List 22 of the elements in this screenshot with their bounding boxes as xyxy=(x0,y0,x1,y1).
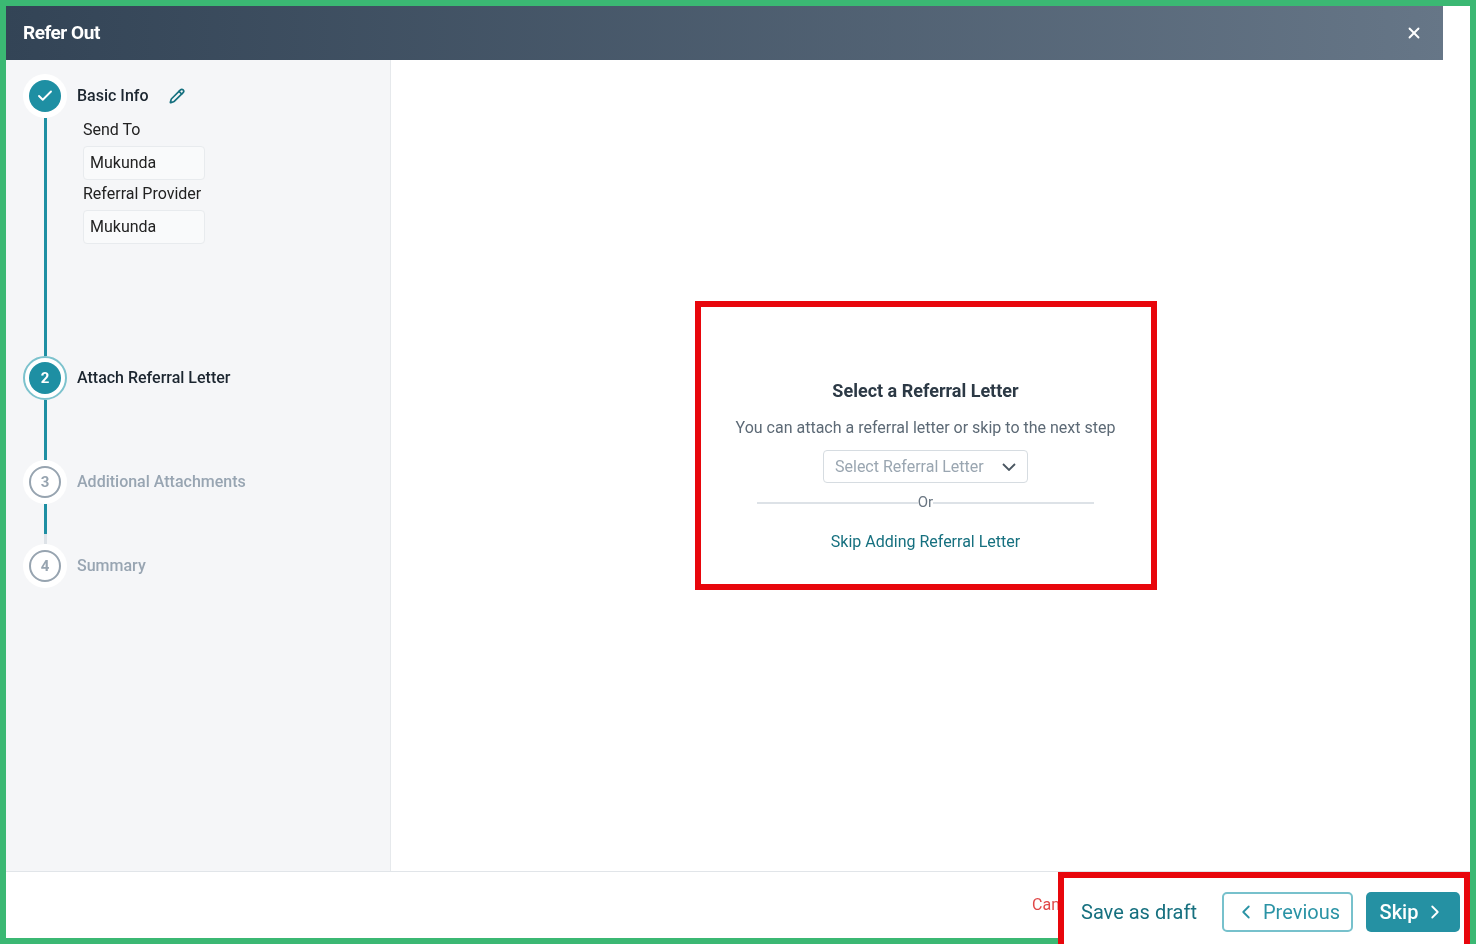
step-number: 2 xyxy=(23,356,67,400)
step-number: 3 xyxy=(23,460,67,504)
step-label: Attach Referral Letter xyxy=(77,367,231,389)
field-label: Referral Provider xyxy=(83,184,203,204)
previous-button[interactable]: Previous xyxy=(1222,892,1353,932)
pencil-icon[interactable] xyxy=(168,88,185,104)
step-number: 4 xyxy=(23,544,67,588)
step-label: Additional Attachments xyxy=(77,471,246,493)
step-label: Summary xyxy=(77,555,146,577)
card-description: You can attach a referral letter or skip to the next step xyxy=(735,417,1116,439)
chevron-down-icon xyxy=(1002,462,1016,471)
step-label: Basic Info xyxy=(77,85,149,107)
skip-link[interactable]: Skip Adding Referral Letter xyxy=(830,530,1021,554)
save-draft-button[interactable]: Save as draft xyxy=(1081,897,1197,927)
window-title: Refer Out xyxy=(23,19,100,46)
referral-letter-select[interactable]: Select Referral Letter xyxy=(823,450,1028,483)
field-value: Mukunda xyxy=(83,146,205,180)
field-label: Send To xyxy=(83,120,142,140)
field-value: Mukunda xyxy=(83,210,205,244)
card-title: Select a Referral Letter xyxy=(832,379,1019,403)
or-divider-text: Or xyxy=(917,495,934,510)
skip-button[interactable]: Skip xyxy=(1366,892,1460,932)
